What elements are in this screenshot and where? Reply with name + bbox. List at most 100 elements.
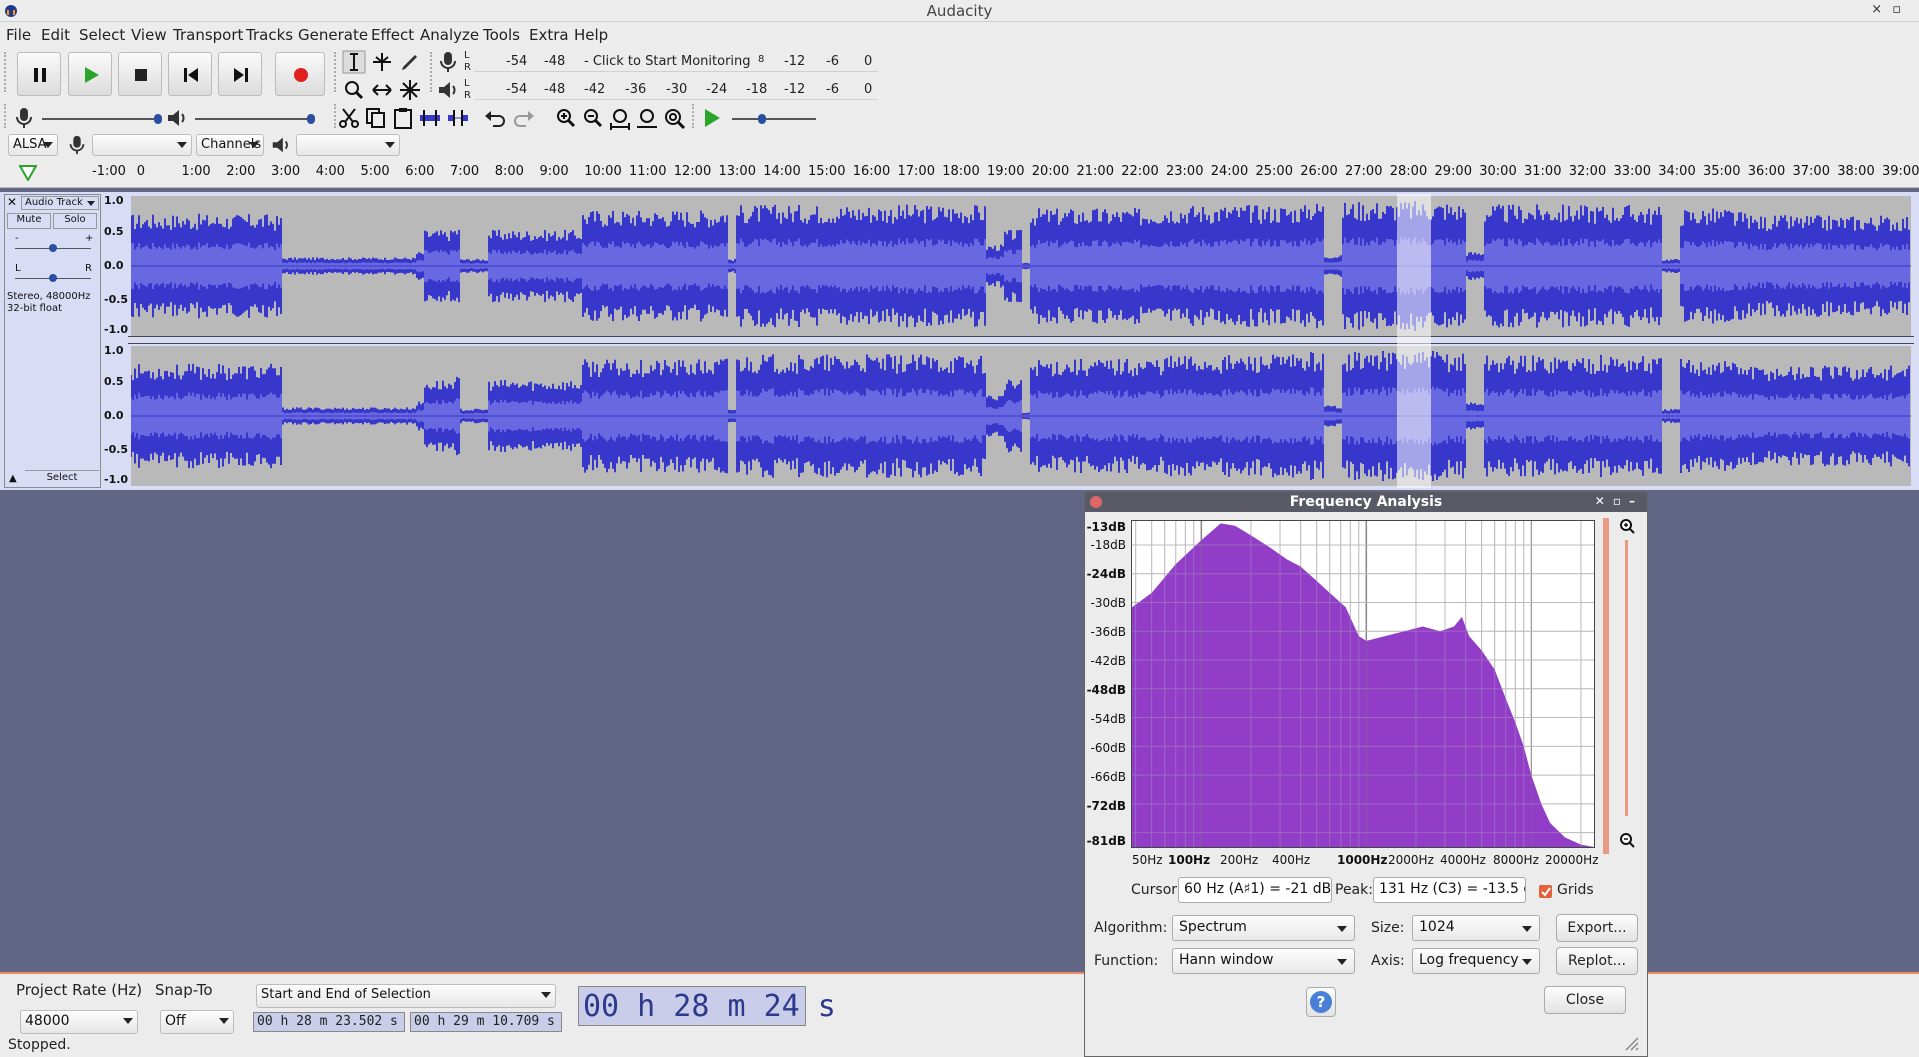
- toolbar-grip[interactable]: [334, 52, 338, 92]
- toolbar-grip[interactable]: [4, 104, 8, 128]
- play-button[interactable]: [68, 52, 112, 96]
- toolbar-grip[interactable]: [4, 52, 8, 92]
- gain-slider[interactable]: [15, 244, 91, 252]
- window-controls[interactable]: ×▫: [1871, 2, 1911, 17]
- menu-extra[interactable]: Extra: [529, 26, 569, 44]
- close-window-icon[interactable]: ×: [1871, 2, 1892, 17]
- meter-prompt[interactable]: - Click to Start Monitoring: [584, 54, 751, 69]
- playback-volume-thumb[interactable]: [307, 114, 315, 124]
- stop-button[interactable]: [118, 52, 162, 96]
- record-meter-mic-icon[interactable]: [436, 50, 460, 74]
- menu-help[interactable]: Help: [574, 26, 608, 44]
- grids-checkbox[interactable]: [1539, 885, 1552, 898]
- envelope-tool-icon[interactable]: [370, 50, 394, 74]
- silence-audio-icon[interactable]: [446, 106, 470, 130]
- resize-grip-icon[interactable]: [1622, 1034, 1640, 1052]
- zoom-slider-track[interactable]: [1625, 540, 1628, 816]
- menu-edit[interactable]: Edit: [41, 26, 70, 44]
- timeshift-tool-icon[interactable]: [370, 78, 394, 102]
- dialog-titlebar[interactable]: Frequency Analysis ✕▫–: [1085, 492, 1647, 512]
- dialog-close-icon[interactable]: ✕: [1595, 494, 1613, 508]
- zoom-toggle-icon[interactable]: [662, 106, 686, 130]
- zoom-in-icon[interactable]: [1619, 518, 1635, 534]
- function-select[interactable]: Hann window: [1172, 948, 1355, 974]
- toolbar-grip[interactable]: [430, 52, 434, 92]
- draw-tool-icon[interactable]: [398, 50, 422, 74]
- mute-button[interactable]: Mute: [7, 213, 51, 229]
- size-select[interactable]: 1024: [1412, 915, 1540, 941]
- selection-region[interactable]: [1397, 194, 1431, 488]
- selection-start-time[interactable]: 00 h 28 m 23.502 s: [253, 1012, 405, 1032]
- pan-slider[interactable]: [15, 274, 91, 282]
- play-head-icon[interactable]: [19, 165, 37, 181]
- replot-button[interactable]: Replot...: [1556, 947, 1638, 975]
- playback-meter-speaker-icon[interactable]: [436, 78, 460, 102]
- paste-icon[interactable]: [391, 106, 415, 130]
- audio-host-select[interactable]: ALSA: [8, 134, 58, 156]
- menu-effect[interactable]: Effect: [371, 26, 414, 44]
- gain-thumb[interactable]: [49, 244, 57, 252]
- dialog-minimize-icon[interactable]: –: [1629, 494, 1643, 508]
- skip-to-end-button[interactable]: [218, 52, 262, 96]
- close-button[interactable]: Close: [1544, 986, 1626, 1014]
- solo-button[interactable]: Solo: [53, 213, 97, 229]
- multi-tool-icon[interactable]: [398, 78, 422, 102]
- algorithm-select[interactable]: Spectrum: [1172, 915, 1355, 941]
- play-speed-thumb[interactable]: [758, 114, 766, 124]
- cursor-value-field[interactable]: 60 Hz (A♯1) = -21 dB: [1178, 877, 1332, 903]
- dialog-window-controls[interactable]: ✕▫–: [1595, 494, 1643, 508]
- cut-icon[interactable]: [337, 106, 361, 130]
- axis-select[interactable]: Log frequency: [1412, 948, 1540, 974]
- record-button[interactable]: [275, 52, 325, 96]
- redo-icon[interactable]: [511, 106, 535, 130]
- timeline-ruler[interactable]: -1:00 0 1:00 2:00 3:00 4:00 5:00 6:00 7:00 8:00 9:…: [0, 158, 1919, 188]
- menu-tools[interactable]: Tools: [483, 26, 520, 44]
- playback-meter[interactable]: -54 -48 -42 -36 -30 -24 -18 -12 -6 0: [474, 78, 878, 100]
- undo-icon[interactable]: [484, 106, 508, 130]
- pan-thumb[interactable]: [49, 274, 57, 282]
- menu-generate[interactable]: Generate: [298, 26, 368, 44]
- menu-analyze[interactable]: Analyze: [420, 26, 479, 44]
- audio-position-time[interactable]: 00 h 28 m 24 s: [578, 986, 836, 1026]
- waveform-channel-left[interactable]: [130, 196, 1911, 336]
- playback-volume-slider[interactable]: [195, 114, 315, 124]
- zoom-tool-icon[interactable]: [342, 78, 366, 102]
- spectrum-plot[interactable]: [1131, 520, 1595, 848]
- waveform-channel-right[interactable]: [130, 346, 1911, 486]
- pause-button[interactable]: [17, 52, 61, 96]
- skip-to-start-button[interactable]: [168, 52, 212, 96]
- zoom-out-icon[interactable]: [1619, 832, 1635, 848]
- track-name-menu[interactable]: Audio Track: [21, 196, 99, 210]
- play-speed-slider[interactable]: [732, 114, 816, 124]
- record-volume-thumb[interactable]: [154, 114, 162, 124]
- track-close-icon[interactable]: ✕: [7, 195, 17, 209]
- selection-mode-select[interactable]: Start and End of Selection: [256, 984, 556, 1008]
- toolbar-grip[interactable]: [692, 104, 696, 128]
- fit-project-icon[interactable]: [635, 106, 659, 130]
- select-track-button[interactable]: Select: [25, 470, 99, 486]
- menu-view[interactable]: View: [131, 26, 167, 44]
- fit-selection-icon[interactable]: [608, 106, 632, 130]
- menu-transport[interactable]: Transport: [173, 26, 243, 44]
- copy-icon[interactable]: [364, 106, 388, 130]
- restore-window-icon[interactable]: ▫: [1892, 2, 1911, 17]
- dialog-maximize-icon[interactable]: ▫: [1613, 494, 1629, 508]
- zoom-in-icon[interactable]: [554, 106, 578, 130]
- menu-tracks[interactable]: Tracks: [246, 26, 293, 44]
- zoom-out-icon[interactable]: [581, 106, 605, 130]
- play-at-speed-icon[interactable]: [700, 106, 724, 130]
- recording-channels-select[interactable]: Channels: [196, 134, 264, 156]
- help-button[interactable]: ?: [1306, 987, 1336, 1017]
- recording-device-select[interactable]: [92, 134, 192, 156]
- selection-tool-icon[interactable]: [342, 50, 366, 74]
- selection-end-time[interactable]: 00 h 29 m 10.709 s: [410, 1012, 562, 1032]
- record-volume-slider[interactable]: [42, 114, 162, 124]
- export-button[interactable]: Export...: [1556, 914, 1638, 942]
- peak-value-field[interactable]: 131 Hz (C3) = -13.5 d: [1373, 877, 1526, 903]
- record-meter[interactable]: -54 -48 - Click to Start Monitoring 8 -1…: [474, 50, 878, 72]
- trim-audio-icon[interactable]: [418, 106, 442, 130]
- snap-to-select[interactable]: Off: [160, 1010, 234, 1034]
- menu-file[interactable]: File: [6, 26, 31, 44]
- project-rate-select[interactable]: 48000: [20, 1010, 138, 1034]
- collapse-track-icon[interactable]: ▲: [9, 473, 17, 484]
